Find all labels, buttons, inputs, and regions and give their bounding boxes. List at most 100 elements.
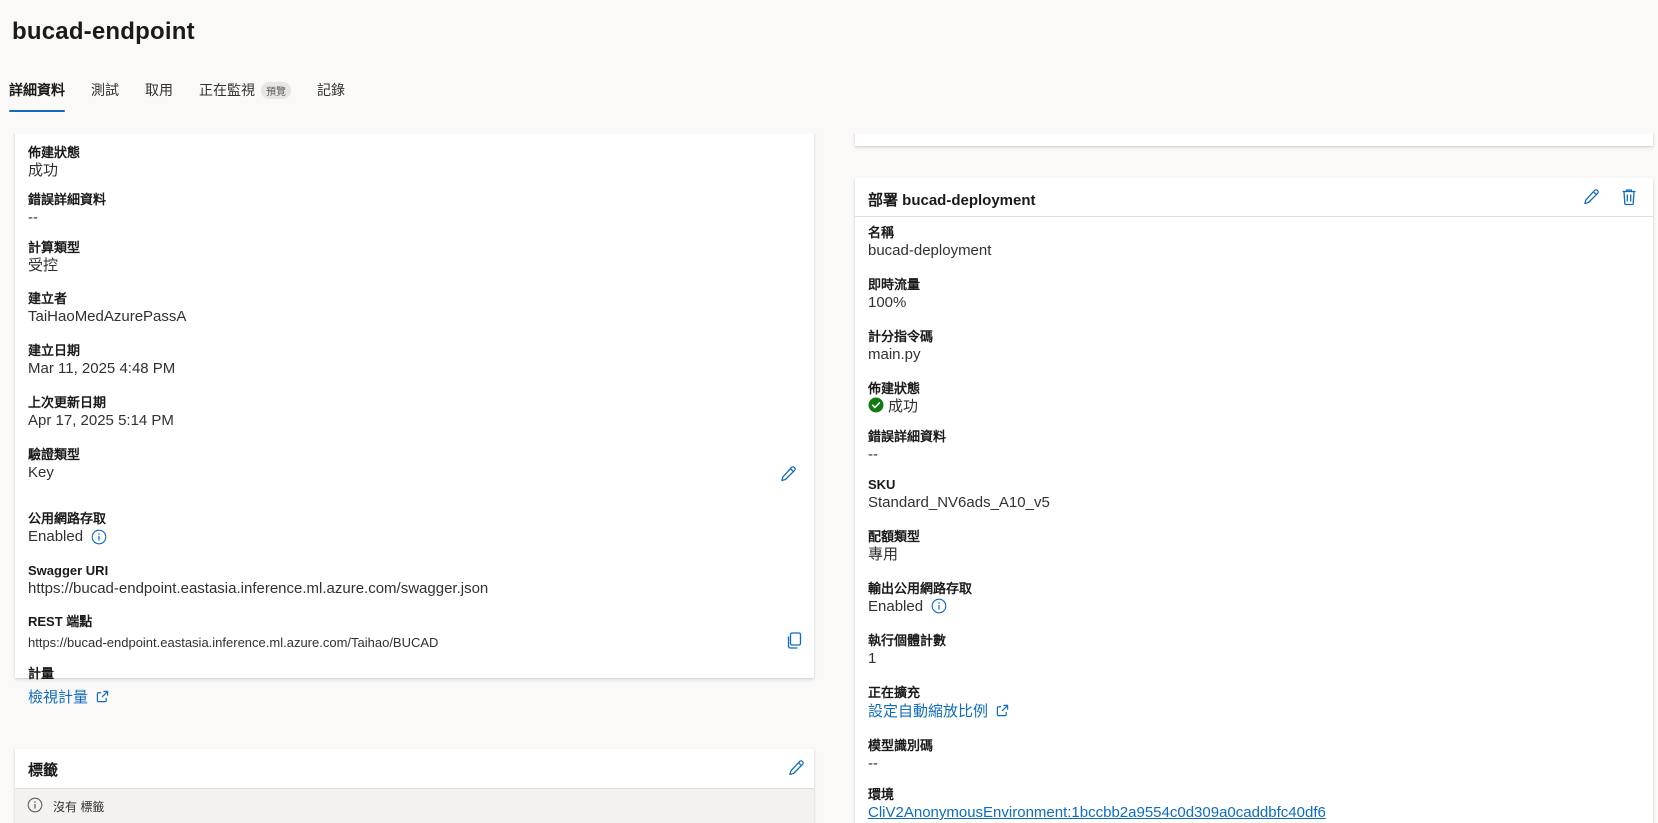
field-label: 錯誤詳細資料 (868, 429, 947, 444)
field-last-updated: 上次更新日期 Apr 17, 2025 5:14 PM (28, 394, 174, 431)
empty-tags-banner: 沒有 標籤 (15, 788, 814, 823)
tags-card: 標籤 沒有 標籤 (15, 749, 814, 823)
empty-tags-text: 沒有 標籤 (53, 800, 105, 814)
field-value: Key (28, 464, 54, 481)
field-value: Enabled (28, 528, 84, 545)
field-label: 正在擴充 (868, 685, 921, 700)
previous-card (855, 134, 1653, 146)
field-value: 受控 (28, 257, 59, 274)
delete-deployment-button[interactable] (1621, 188, 1637, 211)
field-label: 驗證類型 (28, 447, 81, 462)
field-value: main.py (868, 346, 921, 363)
field-value: -- (868, 446, 878, 463)
edit-auth-button[interactable] (779, 465, 797, 488)
field-value: -- (28, 209, 38, 226)
field-label: 建立者 (28, 291, 68, 306)
tab-label: 取用 (145, 82, 173, 98)
deployment-card: 部署 bucad-deployment 名稱 bucad-deployment … (855, 178, 1653, 823)
card-title: 部署 bucad-deployment (868, 192, 1036, 209)
field-label: 佈建狀態 (28, 145, 81, 160)
deployment-header: 部署 bucad-deployment (855, 178, 1653, 217)
field-value-row: Enabled (28, 527, 107, 547)
field-auth-type: 驗證類型 Key (28, 446, 80, 483)
field-label: 公用網路存取 (28, 511, 107, 526)
details-scroll-area[interactable]: 佈建狀態 成功 錯誤詳細資料 -- 計算類型 受控 建立者 TaiHaoMedA… (0, 134, 1658, 823)
tab-monitoring[interactable]: 正在監視 預覽 (199, 78, 291, 112)
tab-logs[interactable]: 記錄 (317, 78, 345, 112)
tags-header: 標籤 (15, 749, 814, 788)
field-created-on: 建立日期 Mar 11, 2025 4:48 PM (28, 342, 175, 379)
tab-label: 記錄 (317, 82, 345, 98)
field-value-row: Enabled (868, 597, 972, 617)
field-label: 佈建狀態 (868, 381, 921, 396)
field-label: 環境 (868, 787, 895, 802)
tab-test[interactable]: 測試 (91, 78, 119, 112)
field-rest-endpoint: REST 端點 https://bucad-endpoint.eastasia.… (28, 613, 438, 653)
field-provision-state: 佈建狀態 成功 (28, 144, 80, 181)
field-model-id: 模型識別碼 -- (868, 737, 933, 774)
info-icon (27, 797, 43, 813)
field-metrics: 計量 (28, 665, 54, 682)
external-link-icon (996, 704, 1009, 717)
field-sku: SKU Standard_NV6ads_A10_v5 (868, 476, 1050, 513)
autoscale-link-row[interactable]: 設定自動縮放比例 (868, 702, 1009, 722)
field-deployment-provision-state: 佈建狀態 成功 (868, 380, 920, 417)
edit-deployment-button[interactable] (1582, 188, 1600, 211)
field-scoring-script: 計分指令碼 main.py (868, 328, 933, 365)
field-value: Enabled (868, 598, 924, 615)
field-value: bucad-deployment (868, 242, 992, 259)
field-scaling: 正在擴充 設定自動縮放比例 (868, 684, 1009, 722)
tab-label: 詳細資料 (9, 82, 65, 98)
tab-consume[interactable]: 取用 (145, 78, 173, 112)
field-value: Apr 17, 2025 5:14 PM (28, 412, 174, 429)
environment-link[interactable]: CliV2AnonymousEnvironment:1bccbb2a9554c0… (868, 803, 1326, 823)
field-egress-public-network: 輸出公用網路存取 Enabled (868, 580, 972, 617)
edit-icon (1584, 189, 1599, 205)
field-value: 成功 (28, 162, 59, 179)
info-icon[interactable] (91, 529, 107, 545)
tab-bar: 詳細資料 測試 取用 正在監視 預覽 記錄 (9, 78, 345, 112)
field-label: 輸出公用網路存取 (868, 581, 973, 596)
edit-icon (789, 760, 804, 776)
card-title: 標籤 (28, 762, 59, 779)
field-label: Swagger URI (28, 563, 109, 578)
autoscale-link[interactable]: 設定自動縮放比例 (868, 703, 988, 720)
field-value: 1 (868, 650, 877, 667)
field-public-network: 公用網路存取 Enabled (28, 510, 107, 547)
endpoint-attributes-card: 佈建狀態 成功 錯誤詳細資料 -- 計算類型 受控 建立者 TaiHaoMedA… (15, 134, 814, 681)
field-created-by: 建立者 TaiHaoMedAzurePassA (28, 290, 186, 327)
field-label: 模型識別碼 (868, 738, 934, 753)
field-label: 錯誤詳細資料 (28, 192, 107, 207)
field-value: -- (868, 755, 878, 772)
edit-icon (781, 466, 796, 482)
copy-rest-button[interactable] (786, 632, 802, 655)
field-environment: 環境 CliV2AnonymousEnvironment:1bccbb2a955… (868, 786, 1326, 823)
copy-icon (787, 632, 802, 649)
external-link-icon (97, 690, 109, 703)
field-value: 成功 (888, 398, 919, 415)
field-value: 100% (868, 294, 907, 311)
field-value: 專用 (868, 546, 899, 563)
field-deployment-error-details: 錯誤詳細資料 -- (868, 428, 946, 465)
field-value: https://bucad-endpoint.eastasia.inferenc… (28, 635, 439, 650)
field-error-details: 錯誤詳細資料 -- (28, 191, 106, 228)
field-deployment-name: 名稱 bucad-deployment (868, 224, 991, 261)
field-label: 執行個體計數 (868, 633, 947, 648)
field-value: Mar 11, 2025 4:48 PM (28, 360, 176, 377)
page-title: bucad-endpoint (12, 18, 195, 45)
view-metrics-link[interactable]: 檢視計量 (28, 689, 88, 706)
field-label: 建立日期 (28, 343, 81, 358)
field-value: Standard_NV6ads_A10_v5 (868, 494, 1050, 511)
field-label: REST 端點 (28, 614, 93, 629)
field-label: 計算類型 (28, 240, 81, 255)
tab-label: 正在監視 (199, 82, 255, 98)
field-label: 上次更新日期 (28, 395, 107, 410)
field-label: 計量 (28, 666, 55, 681)
field-value-row: 成功 (868, 397, 920, 417)
field-label: 即時流量 (868, 277, 921, 292)
metrics-link-container: 檢視計量 (28, 688, 109, 708)
edit-tags-button[interactable] (787, 759, 805, 782)
tab-details[interactable]: 詳細資料 (9, 78, 65, 112)
info-icon[interactable] (931, 598, 947, 614)
field-label: 配額類型 (868, 529, 921, 544)
